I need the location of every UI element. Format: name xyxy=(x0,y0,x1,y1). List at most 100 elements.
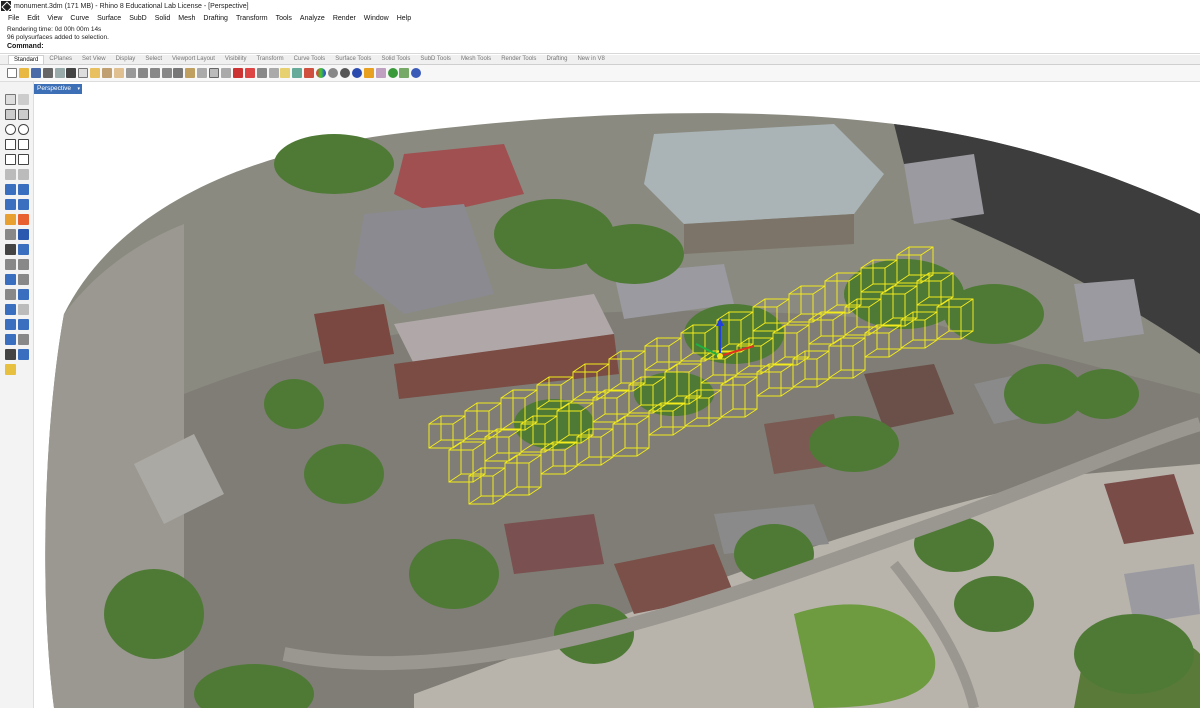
undo-view-icon[interactable] xyxy=(197,68,208,78)
perspective-viewport[interactable] xyxy=(34,94,1200,708)
menu-transform[interactable]: Transform xyxy=(232,15,272,22)
tab-select[interactable]: Select xyxy=(140,55,167,64)
render-sphere-icon[interactable] xyxy=(328,68,339,78)
select-filter-icon[interactable] xyxy=(244,68,255,78)
tab-cplanes[interactable]: CPlanes xyxy=(44,55,77,64)
boolean-icon[interactable] xyxy=(5,214,16,225)
lock-icon[interactable] xyxy=(363,68,374,78)
extrude-icon[interactable] xyxy=(5,199,16,210)
menu-solid[interactable]: Solid xyxy=(151,15,175,22)
triangle-icon[interactable] xyxy=(5,154,16,165)
viewport-tab-perspective[interactable]: Perspective ▾ xyxy=(34,84,82,94)
join-icon[interactable] xyxy=(18,229,29,240)
render-icon[interactable] xyxy=(351,68,362,78)
menu-help[interactable]: Help xyxy=(393,15,415,22)
tab-set-view[interactable]: Set View xyxy=(77,55,111,64)
array-icon[interactable] xyxy=(5,289,16,300)
move-icon[interactable] xyxy=(5,229,16,240)
menu-analyze[interactable]: Analyze xyxy=(296,15,329,22)
tab-curve-tools[interactable]: Curve Tools xyxy=(289,55,331,64)
plugin-icon[interactable] xyxy=(399,68,410,78)
mesh-icon[interactable] xyxy=(5,244,16,255)
zoom-selected-icon[interactable] xyxy=(173,68,184,78)
paste-icon[interactable] xyxy=(90,68,101,78)
render-mesh-icon[interactable] xyxy=(5,334,16,345)
pan-hand-icon[interactable] xyxy=(114,68,125,78)
menu-drafting[interactable]: Drafting xyxy=(199,15,232,22)
cplane-icon[interactable] xyxy=(232,68,243,78)
analyze-icon[interactable] xyxy=(18,319,29,330)
rectangle-icon[interactable] xyxy=(5,139,16,150)
tab-standard[interactable]: Standard xyxy=(8,55,45,64)
tab-visibility[interactable]: Visibility xyxy=(220,55,252,64)
curve-icon[interactable] xyxy=(18,109,29,120)
polyline-icon[interactable] xyxy=(5,109,16,120)
print-icon[interactable] xyxy=(42,68,53,78)
undo-icon[interactable] xyxy=(102,68,113,78)
tab-surface-tools[interactable]: Surface Tools xyxy=(330,55,376,64)
tab-mesh-tools[interactable]: Mesh Tools xyxy=(456,55,496,64)
cut-icon[interactable] xyxy=(66,68,77,78)
tab-drafting[interactable]: Drafting xyxy=(541,55,572,64)
mirror-icon[interactable] xyxy=(18,289,29,300)
paint-icon[interactable] xyxy=(5,364,16,375)
snap-icon[interactable] xyxy=(256,68,267,78)
circle-icon[interactable] xyxy=(5,124,16,135)
chevron-down-icon[interactable]: ▾ xyxy=(77,84,80,94)
fillet-icon[interactable] xyxy=(18,154,29,165)
copy-icon[interactable] xyxy=(78,68,89,78)
rotate-view-icon[interactable] xyxy=(125,68,136,78)
polygon-icon[interactable] xyxy=(18,139,29,150)
bend-icon[interactable] xyxy=(18,334,29,345)
arc-icon[interactable] xyxy=(18,124,29,135)
four-viewports-icon[interactable] xyxy=(209,68,220,78)
menu-file[interactable]: File xyxy=(4,15,23,22)
text-icon[interactable] xyxy=(5,274,16,285)
properties-icon[interactable] xyxy=(304,68,315,78)
tab-new-in-v8[interactable]: New in V8 xyxy=(572,55,609,64)
menu-surface[interactable]: Surface xyxy=(93,15,125,22)
tab-display[interactable]: Display xyxy=(111,55,141,64)
set-view-icon[interactable] xyxy=(221,68,232,78)
help-icon[interactable] xyxy=(411,68,422,78)
tab-transform[interactable]: Transform xyxy=(251,55,288,64)
menu-curve[interactable]: Curve xyxy=(66,15,93,22)
explode-icon[interactable] xyxy=(18,214,29,225)
split-icon[interactable] xyxy=(18,259,29,270)
gumball-center[interactable] xyxy=(717,353,723,359)
rendered-view-icon[interactable] xyxy=(339,68,350,78)
select-arrow-icon[interactable] xyxy=(5,94,16,105)
lights-icon[interactable] xyxy=(280,68,291,78)
tab-solid-tools[interactable]: Solid Tools xyxy=(376,55,415,64)
trim-icon[interactable] xyxy=(5,259,16,270)
hatch-icon[interactable] xyxy=(18,304,29,315)
save-icon[interactable] xyxy=(30,68,41,78)
zoom-window-icon[interactable] xyxy=(149,68,160,78)
options-icon[interactable] xyxy=(375,68,386,78)
menu-render[interactable]: Render xyxy=(329,15,360,22)
menu-view[interactable]: View xyxy=(43,15,66,22)
menu-edit[interactable]: Edit xyxy=(23,15,43,22)
extend-icon[interactable] xyxy=(18,169,29,180)
offset-icon[interactable] xyxy=(5,169,16,180)
layers-icon[interactable] xyxy=(292,68,303,78)
color-wheel-icon[interactable] xyxy=(316,68,327,78)
menu-mesh[interactable]: Mesh xyxy=(174,15,199,22)
zoom-icon[interactable] xyxy=(137,68,148,78)
block-icon[interactable] xyxy=(5,319,16,330)
box-solid-icon[interactable] xyxy=(5,184,16,195)
new-file-icon[interactable] xyxy=(7,68,17,78)
open-folder-icon[interactable] xyxy=(18,68,29,78)
menu-tools[interactable]: Tools xyxy=(272,15,296,22)
menu-window[interactable]: Window xyxy=(360,15,393,22)
zoom-dynamic-icon[interactable] xyxy=(185,68,196,78)
check-icon[interactable] xyxy=(5,349,16,360)
menu-subd[interactable]: SubD xyxy=(125,15,151,22)
dimension-icon[interactable] xyxy=(5,304,16,315)
point-icon[interactable] xyxy=(18,94,29,105)
tab-subd-tools[interactable]: SubD Tools xyxy=(415,55,456,64)
tab-viewport-layout[interactable]: Viewport Layout xyxy=(167,55,220,64)
subd-icon[interactable] xyxy=(18,244,29,255)
lock-toggle-icon[interactable] xyxy=(18,349,29,360)
scale-icon[interactable] xyxy=(18,274,29,285)
